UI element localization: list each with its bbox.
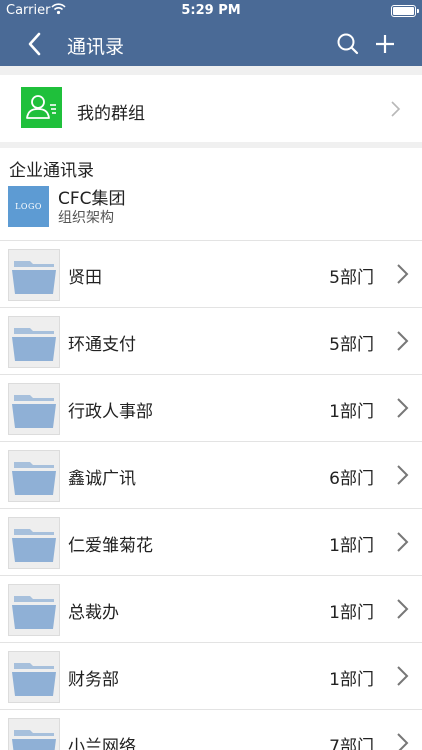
- chevron-right-icon: [396, 263, 409, 285]
- plus-icon[interactable]: [372, 31, 398, 57]
- department-row[interactable]: 财务部 1部门: [0, 642, 422, 709]
- department-row[interactable]: 小兰网络 7部门: [0, 709, 422, 750]
- department-name: 仁爱雏菊花: [68, 536, 153, 556]
- organization-subtitle: 组织架构: [58, 210, 114, 226]
- chevron-right-icon: [396, 330, 409, 352]
- department-row[interactable]: 环通支付 5部门: [0, 307, 422, 374]
- folder-icon: [8, 718, 60, 750]
- back-icon[interactable]: [20, 30, 50, 58]
- folder-icon: [8, 249, 60, 301]
- chevron-right-icon: [396, 732, 409, 750]
- department-count: 1部门: [329, 603, 374, 623]
- department-name: 鑫诚广讯: [68, 469, 136, 489]
- department-count: 1部门: [329, 670, 374, 690]
- status-time: 5:29 PM: [181, 3, 241, 18]
- chevron-right-icon: [396, 397, 409, 419]
- organization-name: CFC集团: [58, 189, 126, 209]
- status-bar: Carrier 5:29 PM: [0, 0, 422, 22]
- department-count: 1部门: [329, 536, 374, 556]
- chevron-right-icon: [396, 598, 409, 620]
- department-row[interactable]: 行政人事部 1部门: [0, 374, 422, 441]
- department-count: 6部门: [329, 469, 374, 489]
- department-row[interactable]: 总裁办 1部门: [0, 575, 422, 642]
- chevron-right-icon: [396, 665, 409, 687]
- department-name: 小兰网络: [68, 737, 136, 750]
- chevron-right-icon: [396, 531, 409, 553]
- department-count: 1部门: [329, 402, 374, 422]
- folder-icon: [8, 450, 60, 502]
- folder-icon: [8, 651, 60, 703]
- my-groups-label: 我的群组: [77, 104, 145, 124]
- organization-header[interactable]: LOGO CFC集团 组织架构: [0, 182, 422, 240]
- folder-icon: [8, 584, 60, 636]
- company-logo: LOGO: [8, 186, 49, 227]
- department-name: 行政人事部: [68, 402, 153, 422]
- enterprise-directory-section: 企业通讯录 LOGO CFC集团 组织架构 贤田 5部门 环通支付 5部门 行政…: [0, 148, 422, 750]
- department-count: 7部门: [329, 737, 374, 750]
- my-groups-row[interactable]: 我的群组: [0, 75, 422, 142]
- department-count: 5部门: [329, 335, 374, 355]
- page-title: 通讯录: [67, 36, 125, 58]
- department-name: 财务部: [68, 670, 119, 690]
- folder-icon: [8, 316, 60, 368]
- search-icon[interactable]: [335, 31, 361, 57]
- chevron-right-icon: [396, 464, 409, 486]
- department-row[interactable]: 鑫诚广讯 6部门: [0, 441, 422, 508]
- group-icon: [21, 87, 62, 128]
- navigation-bar: 通讯录: [0, 22, 422, 66]
- department-name: 贤田: [68, 268, 102, 288]
- folder-icon: [8, 383, 60, 435]
- folder-icon: [8, 517, 60, 569]
- battery-icon: [391, 5, 419, 17]
- department-count: 5部门: [329, 268, 374, 288]
- section-title: 企业通讯录: [9, 161, 94, 181]
- department-row[interactable]: 贤田 5部门: [0, 240, 422, 307]
- department-list: 贤田 5部门 环通支付 5部门 行政人事部 1部门 鑫诚广讯 6部门 仁爱雏菊花…: [0, 240, 422, 750]
- department-name: 环通支付: [68, 335, 136, 355]
- department-name: 总裁办: [68, 603, 119, 623]
- chevron-right-icon: [390, 100, 402, 118]
- department-row[interactable]: 仁爱雏菊花 1部门: [0, 508, 422, 575]
